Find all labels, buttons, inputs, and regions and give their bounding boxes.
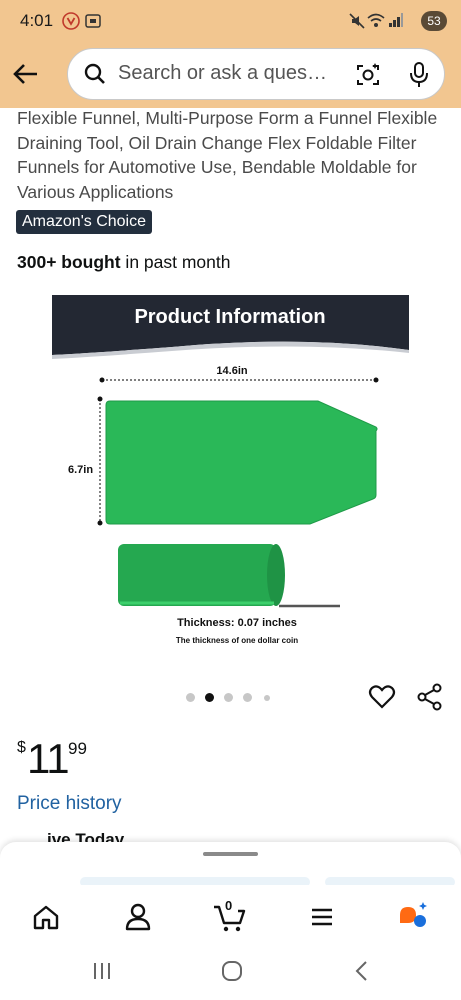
system-navigation-bar (0, 947, 461, 1000)
amazons-choice-badge[interactable]: Amazon's Choice (16, 210, 152, 234)
app-header: 4:01 53 Search or ask a ques… (0, 0, 461, 108)
purchase-count: 300+ bought in past month (17, 252, 230, 273)
sheet-drag-handle[interactable] (203, 852, 258, 856)
shield-app-icon (62, 12, 80, 30)
wifi-icon (367, 13, 385, 27)
account-icon[interactable] (120, 899, 156, 935)
search-bar[interactable]: Search or ask a ques… (67, 48, 445, 100)
height-label: 6.7in (68, 464, 93, 476)
width-end-left (99, 377, 105, 383)
carousel-dot[interactable] (186, 693, 195, 702)
funnel-roll-end (267, 544, 285, 606)
status-time: 4:01 (20, 11, 54, 30)
price-history-link[interactable]: Price history (17, 793, 122, 815)
width-end-right (373, 377, 379, 383)
back-icon[interactable] (350, 959, 374, 983)
thickness-label: Thickness: 0.07 inches (177, 617, 297, 629)
carousel-dot-active[interactable] (205, 693, 214, 702)
menu-icon[interactable] (304, 899, 340, 935)
purchase-count-rest: in past month (120, 252, 231, 272)
search-icon[interactable] (84, 63, 106, 85)
product-image[interactable]: Product Information 14.6in 6.7in Thickne… (52, 295, 409, 655)
image-header: Product Information (134, 306, 325, 328)
home-circle-icon[interactable] (220, 959, 244, 983)
price-whole: 11 (27, 735, 70, 782)
product-title[interactable]: Flexible Funnel, Multi-Purpose Form a Fu… (17, 106, 447, 204)
camera-icon[interactable] (354, 61, 382, 89)
carousel-dot[interactable] (264, 695, 270, 701)
mic-icon[interactable] (408, 61, 430, 89)
width-label: 14.6in (216, 365, 247, 377)
price-fraction: 99 (68, 739, 87, 758)
purchase-count-bold: 300+ bought (17, 252, 121, 272)
cart-button[interactable]: 0 (212, 898, 248, 935)
funnel-sheet-rolled (118, 544, 276, 606)
battery-icon: 53 (421, 11, 447, 31)
signal-icon (389, 13, 403, 27)
rufus-ai-icon[interactable] (396, 899, 432, 935)
home-icon[interactable] (28, 899, 64, 935)
carousel-dot[interactable] (243, 693, 252, 702)
recents-icon[interactable] (90, 959, 114, 983)
status-bar: 4:01 53 (0, 0, 461, 42)
back-arrow-icon[interactable] (10, 58, 42, 90)
bottom-navigation: 0 (0, 885, 461, 947)
funnel-sheet-flat (105, 400, 378, 525)
cart-count: 0 (225, 898, 233, 913)
height-end-bottom (97, 520, 103, 526)
price-symbol: $ (17, 739, 26, 756)
search-input[interactable]: Search or ask a ques… (118, 62, 348, 85)
thickness-note: The thickness of one dollar coin (176, 636, 298, 645)
screenshot-icon (85, 14, 101, 28)
carousel-dot[interactable] (224, 693, 233, 702)
share-icon[interactable] (416, 683, 444, 711)
height-end-top (97, 396, 103, 402)
heart-icon[interactable] (368, 683, 396, 711)
mute-icon (349, 13, 365, 29)
